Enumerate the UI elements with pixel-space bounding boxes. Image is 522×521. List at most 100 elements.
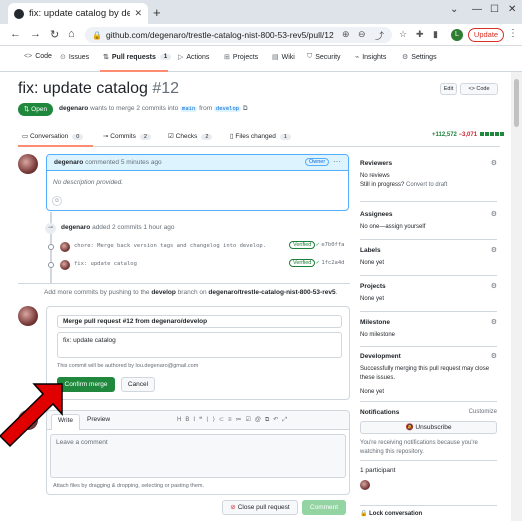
gear-icon[interactable]: ⚙ <box>491 246 497 254</box>
formatting-toolbar[interactable]: HBI❝⟨⟩⊂≡≔☑@⧉↶⤢ <box>177 416 291 424</box>
pr-author-link[interactable]: degenaro <box>59 105 88 112</box>
lock-conversation-link[interactable]: 🔒 Lock conversation <box>360 510 497 517</box>
scrollbar[interactable] <box>511 72 522 521</box>
merge-body-field[interactable]: fix: update catalog <box>57 332 342 358</box>
commit-sha[interactable]: ✓ e7b0ffa <box>316 242 345 248</box>
forward-icon[interactable]: → <box>30 28 41 40</box>
edit-title-button[interactable]: Edit <box>440 83 457 95</box>
commit-message[interactable]: chore: Merge back version tags and chang… <box>74 243 266 249</box>
pr-meta-from: from <box>199 105 213 112</box>
smiley-icon[interactable]: ☺ <box>52 196 62 206</box>
avatar[interactable] <box>60 260 70 270</box>
repo-nav-settings[interactable]: ⚙ Settings <box>402 53 437 62</box>
zoom-icon[interactable]: ⊖ <box>358 29 366 40</box>
gear-icon[interactable]: ⚙ <box>491 352 497 360</box>
browser-tab[interactable]: fix: update catalog by degenaro ✕ <box>8 3 148 24</box>
commit-message[interactable]: fix: update catalog <box>74 261 137 267</box>
code-icon: ⟨⟩ <box>206 417 219 423</box>
avatar[interactable] <box>18 154 38 174</box>
repo-nav-code[interactable]: <> Code <box>24 53 52 60</box>
browser-menu-icon[interactable]: ⋮ <box>508 28 518 39</box>
profile-avatar[interactable]: L <box>451 29 463 41</box>
merge-title-field[interactable]: Merge pull request #12 from degenaro/dev… <box>57 315 342 328</box>
check-icon: ✓ <box>316 242 320 248</box>
scrollbar-thumb[interactable] <box>514 79 519 127</box>
tab-commits[interactable]: ⊸ Commits 2 <box>103 132 151 140</box>
tab-files-changed[interactable]: ▯ Files changed 1 <box>230 132 291 140</box>
unsubscribe-button[interactable]: 🔕 Unsubscribe <box>360 421 497 434</box>
repo-nav-actions[interactable]: ▷ Actions <box>178 53 210 62</box>
status-badge: ⇅ Open <box>18 103 53 116</box>
page-title: fix: update catalog #12 <box>18 80 179 98</box>
url-text: github.com/degenaro/trestle-catalog-nist… <box>105 30 334 40</box>
table-icon: ⊞ <box>224 54 230 61</box>
tab-checks[interactable]: ☑ Checks 2 <box>168 132 213 140</box>
bulleted-list-icon: ≡ <box>227 417 236 423</box>
new-tab-icon[interactable]: + <box>153 5 161 20</box>
close-pr-button[interactable]: ⊘ Close pull request <box>222 500 298 515</box>
chevron-down-icon[interactable]: ⌄ <box>450 4 458 15</box>
repo-nav-pull-requests[interactable]: ⇅ Pull requests 1 <box>103 53 172 61</box>
close-tab-icon[interactable]: ✕ <box>134 8 142 19</box>
copy-branch-icon[interactable]: ⧉ <box>243 105 248 112</box>
repo-nav-actions-label: Actions <box>186 53 210 61</box>
comment-textarea[interactable]: Leave a comment <box>50 434 346 478</box>
minimize-icon[interactable]: — <box>472 4 482 15</box>
push-note-repo: degenaro/trestle-catalog-nist-800-53-rev… <box>208 289 336 296</box>
base-branch[interactable]: main <box>180 106 198 112</box>
avatar[interactable] <box>18 306 38 326</box>
back-icon[interactable]: ← <box>10 28 21 40</box>
divider <box>360 460 497 461</box>
gear-icon[interactable]: ⚙ <box>491 318 497 326</box>
install-app-icon[interactable]: ⊕ <box>342 29 350 40</box>
repo-nav-wiki[interactable]: ▤ Wiki <box>272 53 295 62</box>
mention-icon: @ <box>254 417 265 423</box>
comment-author[interactable]: degenaro <box>54 159 83 166</box>
attach-files-note[interactable]: Attach files by dragging & dropping, sel… <box>53 483 204 489</box>
repo-nav-projects[interactable]: ⊞ Projects <box>224 53 258 62</box>
repo-nav-insights[interactable]: ⌁ Insights <box>355 53 386 62</box>
head-branch[interactable]: develop <box>213 106 242 112</box>
cancel-button[interactable]: Cancel <box>121 377 155 392</box>
gear-icon[interactable]: ⚙ <box>491 282 497 290</box>
tab-checks-count: 2 <box>201 134 213 140</box>
reload-icon[interactable]: ↻ <box>50 28 59 41</box>
extensions-icon[interactable]: ✚ <box>416 29 424 40</box>
share-icon[interactable]: ⤴ <box>375 29 384 42</box>
bookmark-star-icon[interactable]: ☆ <box>399 29 407 40</box>
customize-link[interactable]: Customize <box>469 409 497 415</box>
avatar[interactable] <box>60 242 70 252</box>
repo-nav-security[interactable]: ⛉ Security <box>307 53 341 61</box>
close-window-icon[interactable]: ✕ <box>508 4 516 15</box>
tab-commits-label: Commits <box>110 133 136 140</box>
tab-preview[interactable]: Preview <box>87 416 110 423</box>
verified-badge[interactable]: Verified <box>289 259 316 267</box>
maximize-icon[interactable]: ☐ <box>490 4 499 15</box>
push-note: Add more commits by pushing to the devel… <box>44 289 337 296</box>
repo-nav-issues[interactable]: ⊙ Issues <box>60 53 89 62</box>
lock-conversation-label: Lock conversation <box>369 511 423 517</box>
merge-form: Merge pull request #12 from degenaro/dev… <box>46 306 350 400</box>
home-icon[interactable]: ⌂ <box>68 28 75 40</box>
convert-to-draft-link[interactable]: Convert to draft <box>406 182 447 188</box>
repo-push-icon: ⊸ <box>45 223 56 234</box>
side-panel-icon[interactable]: ▮ <box>433 29 438 40</box>
gear-icon[interactable]: ⚙ <box>491 210 497 218</box>
tab-conversation[interactable]: ▭ Conversation 0 <box>22 132 84 140</box>
divider <box>360 346 497 347</box>
comment-button[interactable]: Comment <box>302 500 346 515</box>
commit-event-author[interactable]: degenaro <box>61 224 90 231</box>
gear-icon[interactable]: ⚙ <box>491 159 497 167</box>
verified-badge[interactable]: Verified <box>289 241 316 249</box>
kebab-menu-icon[interactable]: ··· <box>333 157 341 166</box>
milestone-text: No milestone <box>360 332 396 338</box>
sidebar-development: Development ⚙ Successfully merging this p… <box>360 353 497 397</box>
assign-yourself-link[interactable]: No one—assign yourself <box>360 223 497 232</box>
avatar[interactable] <box>360 480 370 490</box>
browser-update-button[interactable]: Update <box>468 28 504 42</box>
commit-sha[interactable]: ✓ 1fc2a4d <box>316 260 345 266</box>
commit-event: ⊸ degenaro added 2 commits 1 hour ago <box>45 223 174 234</box>
code-dropdown-button[interactable]: <> Code <box>460 83 498 95</box>
draft-prompt: Still in progress? <box>360 182 405 188</box>
diffstat-deletions: −3,071 <box>458 132 478 138</box>
